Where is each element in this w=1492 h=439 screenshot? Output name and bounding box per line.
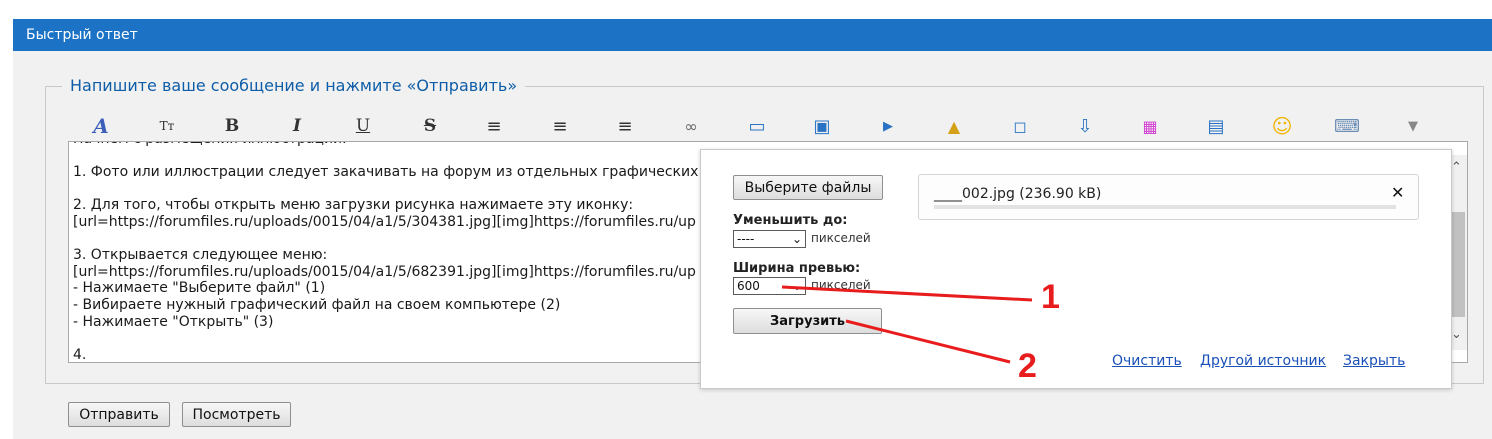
preview-button[interactable]: Посмотреть (182, 402, 291, 427)
annotation-marker-2: 2 (1018, 347, 1037, 385)
annotation-arrows (781, 285, 1033, 364)
annotation-arrow-2 (845, 319, 1011, 364)
submit-button[interactable]: Отправить (68, 402, 170, 427)
annotation-arrow-1 (781, 285, 1033, 302)
annotation-marker-1: 1 (1041, 278, 1060, 316)
